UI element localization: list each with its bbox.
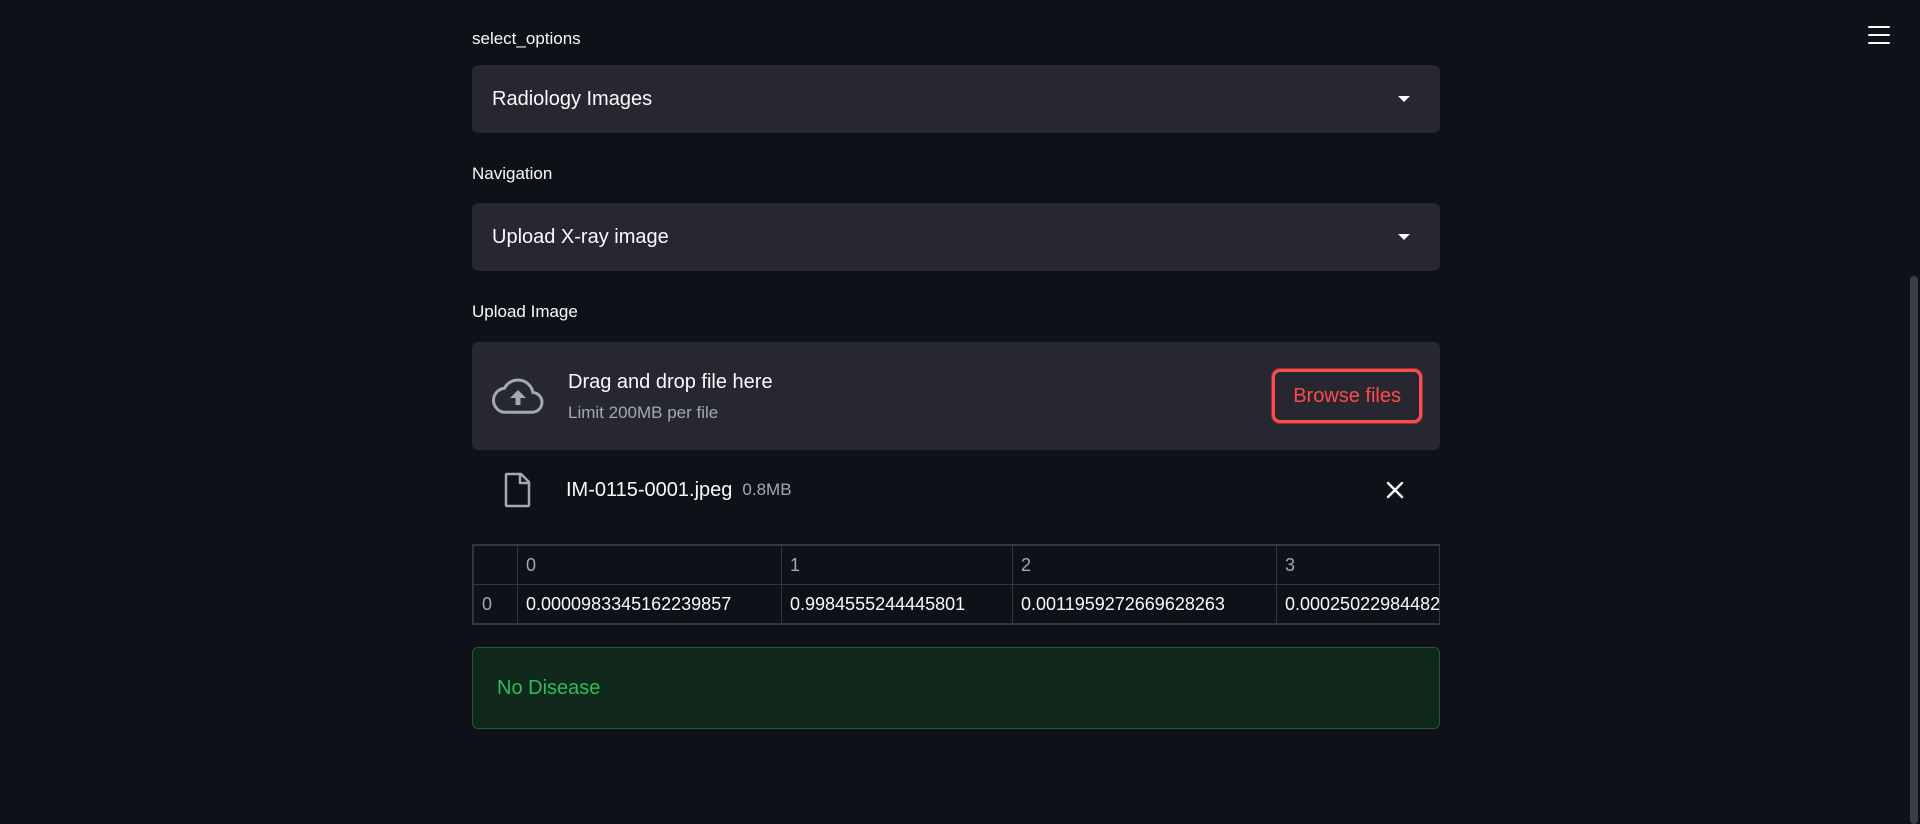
table-row-index: 0 [473, 584, 518, 624]
navigation-dropdown[interactable]: Upload X-ray image [472, 203, 1440, 271]
file-icon [504, 472, 531, 508]
browse-files-button[interactable]: Browse files [1272, 369, 1422, 423]
file-size: 0.8MB [742, 480, 792, 499]
table-cell[interactable]: 0.9984555244445801 [781, 584, 1013, 624]
table-header-cell[interactable]: 0 [517, 545, 782, 585]
select-options-value: Radiology Images [492, 87, 653, 110]
table-row: 0 0.0000983345162239857 0.99845552444458… [473, 584, 1439, 624]
scrollbar-thumb[interactable] [1910, 276, 1918, 824]
upload-image-label: Upload Image [472, 302, 578, 321]
scrollbar[interactable] [1908, 0, 1920, 824]
app: select_options Radiology Images Navigati… [0, 0, 1920, 824]
dropzone-text: Drag and drop file here Limit 200MB per … [568, 369, 1272, 423]
file-name: IM-0115-0001.jpeg [566, 478, 733, 501]
navigation-value: Upload X-ray image [492, 225, 669, 248]
main-content: select_options Radiology Images Navigati… [472, 0, 1440, 729]
dropzone-limit: Limit 200MB per file [568, 403, 719, 422]
table-header-cell[interactable]: 1 [781, 545, 1013, 585]
close-icon[interactable] [1384, 479, 1406, 501]
chevron-down-icon [1398, 96, 1410, 102]
hamburger-menu-icon[interactable] [1868, 26, 1890, 44]
table-header-cell[interactable]: 2 [1012, 545, 1277, 585]
result-text: No Disease [497, 676, 601, 699]
navigation-label: Navigation [472, 164, 553, 183]
dropzone-title: Drag and drop file here [568, 371, 773, 393]
table-header-row: 0 1 2 3 [473, 545, 1439, 585]
select-options-dropdown[interactable]: Radiology Images [472, 65, 1440, 133]
success-alert: No Disease [472, 647, 1440, 729]
file-dropzone[interactable]: Drag and drop file here Limit 200MB per … [472, 342, 1440, 450]
table-cell[interactable]: 0.0011959272669628263 [1012, 584, 1277, 624]
select-options-label: select_options [472, 29, 581, 48]
cloud-upload-icon [492, 378, 544, 414]
table-cell[interactable]: 0.0000983345162239857 [517, 584, 782, 624]
table-header-cell[interactable]: 3 [1276, 545, 1439, 585]
chevron-down-icon [1398, 234, 1410, 240]
prediction-table[interactable]: 0 1 2 3 0 0.0000983345162239857 0.998455… [472, 544, 1440, 625]
table-cell[interactable]: 0.00025022984482347965 [1276, 584, 1439, 624]
table-header-index [473, 545, 518, 585]
uploaded-file-row: IM-0115-0001.jpeg 0.8MB [472, 450, 1440, 530]
